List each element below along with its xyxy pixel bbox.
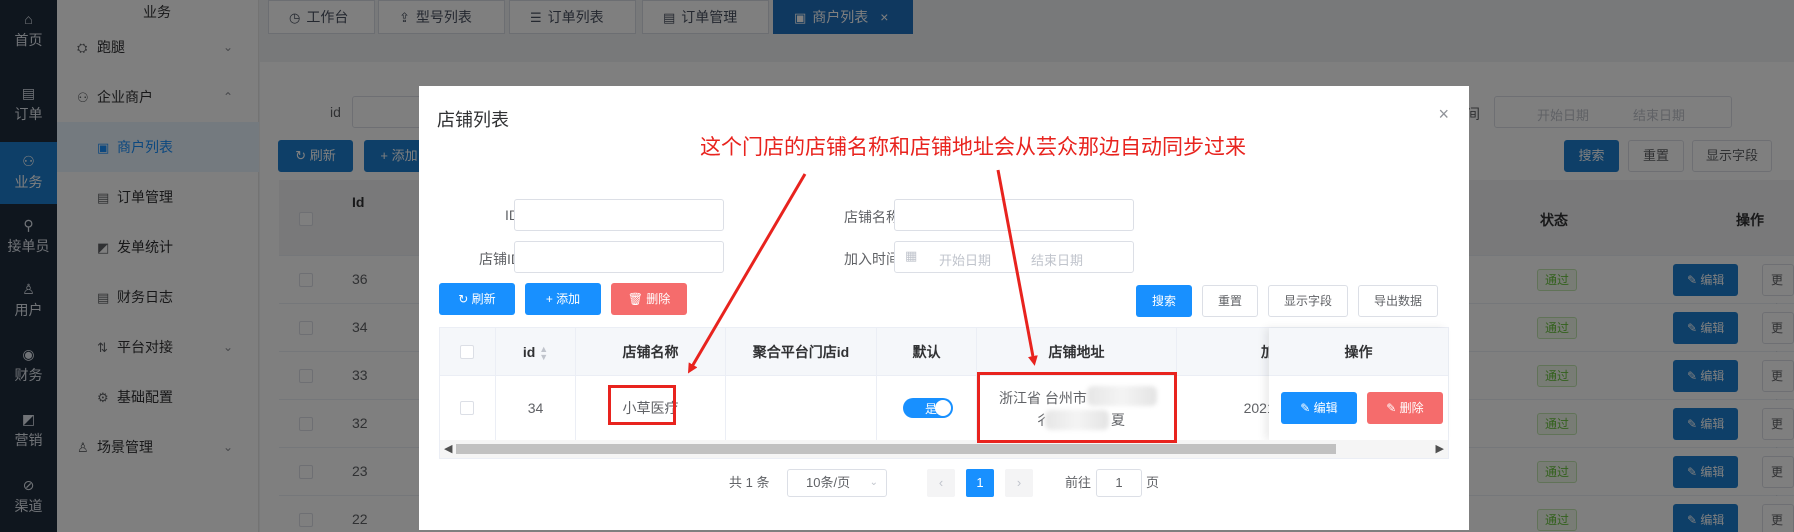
row-select-cell	[440, 376, 496, 440]
page-1-button[interactable]: 1	[966, 469, 994, 497]
search-button[interactable]: 搜索	[1136, 285, 1192, 317]
store-name-highlight-box	[608, 385, 676, 425]
filter-join-time-range[interactable]: ▦ 开始日期 结束日期	[894, 241, 1134, 273]
dialog-title: 店铺列表	[437, 110, 509, 130]
col-default-header: 默认	[877, 328, 977, 376]
row-default-cell: 是	[877, 376, 977, 440]
col-store-name-header: 店铺名称	[576, 328, 726, 376]
filter-join-time-label: 加入时间	[844, 251, 900, 267]
calendar-icon: ▦	[905, 248, 918, 263]
delete-button[interactable]: 🗑 删除	[611, 283, 687, 315]
horizontal-scrollbar[interactable]: ◀ ▶	[440, 440, 1448, 458]
page-size-value: 10条/页	[806, 475, 851, 490]
delete-row-button[interactable]: ✎ 删除	[1367, 392, 1443, 424]
end-date-placeholder: 结束日期	[1031, 253, 1084, 268]
select-all-cell	[440, 328, 496, 376]
next-page-button[interactable]: ›	[1005, 469, 1033, 497]
goto-page-input[interactable]: 1	[1096, 469, 1142, 497]
export-button[interactable]: 导出数据	[1358, 285, 1438, 317]
select-all-checkbox[interactable]	[460, 345, 474, 359]
col-id-label: id	[522, 344, 536, 360]
scroll-right-icon[interactable]: ▶	[1436, 442, 1444, 455]
close-icon[interactable]: ×	[1438, 104, 1449, 125]
filter-store-name-label: 店铺名称	[844, 209, 900, 225]
col-actions-header: 操作	[1269, 328, 1448, 376]
reset-button[interactable]: 重置	[1202, 285, 1258, 317]
default-toggle[interactable]: 是	[903, 398, 953, 418]
filter-store-id-input[interactable]	[514, 241, 724, 273]
page-size-select[interactable]: 10条/页 ⌄	[787, 469, 887, 497]
col-platform-store-id-header: 聚合平台门店id	[726, 328, 877, 376]
actions-fixed-column: 操作 ✎ 编辑 ✎ 删除	[1269, 328, 1448, 440]
row-id: 34	[496, 376, 576, 440]
scroll-left-icon[interactable]: ◀	[444, 442, 452, 455]
col-id-header[interactable]: id ▲ ▼	[496, 328, 576, 376]
pagination-total: 共 1 条	[729, 475, 770, 490]
filter-store-id-label: 店铺ID	[479, 251, 521, 267]
address-highlight-box	[977, 372, 1177, 443]
sort-icon[interactable]: ▲ ▼	[539, 345, 548, 362]
start-date-placeholder: 开始日期	[939, 253, 992, 268]
filter-id-input[interactable]	[514, 199, 724, 231]
filter-id-label: ID	[505, 207, 519, 223]
prev-page-button[interactable]: ‹	[927, 469, 955, 497]
row-platform-store-id	[726, 376, 877, 440]
annotation-text: 这个门店的店铺名称和店铺地址会从芸众那边自动同步过来	[700, 136, 1246, 159]
add-button[interactable]: + 添加	[525, 283, 601, 315]
row-checkbox[interactable]	[460, 401, 474, 415]
edit-button[interactable]: ✎ 编辑	[1281, 392, 1357, 424]
scrollbar-thumb[interactable]	[456, 444, 1336, 454]
goto-label: 前往	[1065, 475, 1092, 490]
filter-store-name-input[interactable]	[894, 199, 1134, 231]
page-suffix: 页	[1146, 475, 1160, 490]
chevron-down-icon: ⌄	[869, 477, 878, 488]
toggle-knob	[935, 400, 951, 416]
col-address-header: 店铺地址	[977, 328, 1177, 376]
store-table: id▲▼ 店铺名称 聚合平台门店id 默认 店铺地址 加入 34 小草医疗 是 …	[439, 327, 1449, 459]
refresh-button[interactable]: ↻ 刷新	[439, 283, 515, 315]
show-fields-button[interactable]: 显示字段	[1268, 285, 1348, 317]
